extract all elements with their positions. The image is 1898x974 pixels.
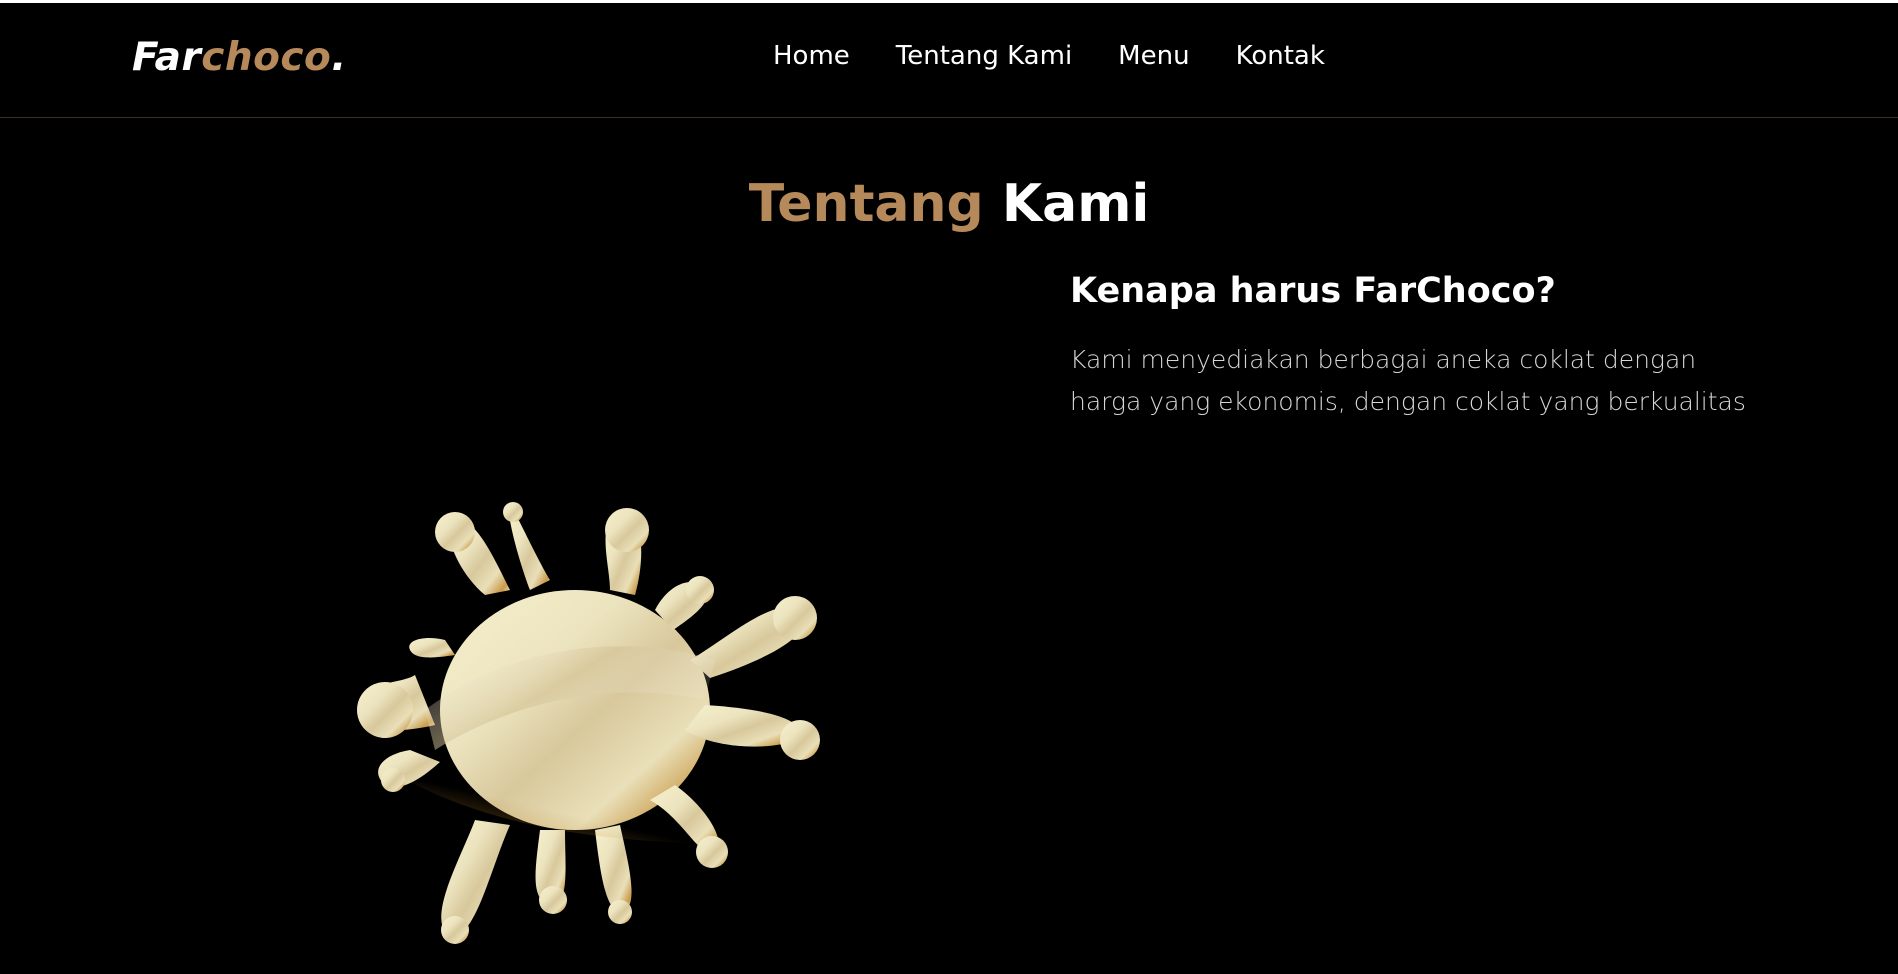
about-description: Kami menyediakan berbagai aneka coklat d… xyxy=(1070,344,1746,416)
logo[interactable]: Farchoco. xyxy=(132,38,347,77)
logo-text-choco: choco xyxy=(201,35,332,80)
splash-icon xyxy=(357,502,820,944)
chocolate-splash-image xyxy=(355,500,825,945)
nav-link-home[interactable]: Home xyxy=(773,43,850,69)
section-title: Tentang Kami xyxy=(0,178,1898,230)
logo-dot: . xyxy=(331,35,347,80)
about-content: Kenapa harus FarChoco? Kami menyediakan … xyxy=(1070,272,1750,423)
section-title-accent: Tentang xyxy=(748,174,984,235)
nav-link-kontak[interactable]: Kontak xyxy=(1236,43,1325,69)
logo-text-far: Far xyxy=(132,35,202,80)
page: Farchoco. Home Tentang Kami Menu Kontak … xyxy=(0,0,1898,974)
about-heading: Kenapa harus FarChoco? xyxy=(1070,271,1556,311)
navbar: Farchoco. Home Tentang Kami Menu Kontak xyxy=(0,3,1898,118)
nav-menu: Home Tentang Kami Menu Kontak xyxy=(773,43,1325,69)
section-title-main: Kami xyxy=(1001,174,1150,235)
nav-link-tentang-kami[interactable]: Tentang Kami xyxy=(896,43,1072,69)
nav-link-menu[interactable]: Menu xyxy=(1118,43,1189,69)
